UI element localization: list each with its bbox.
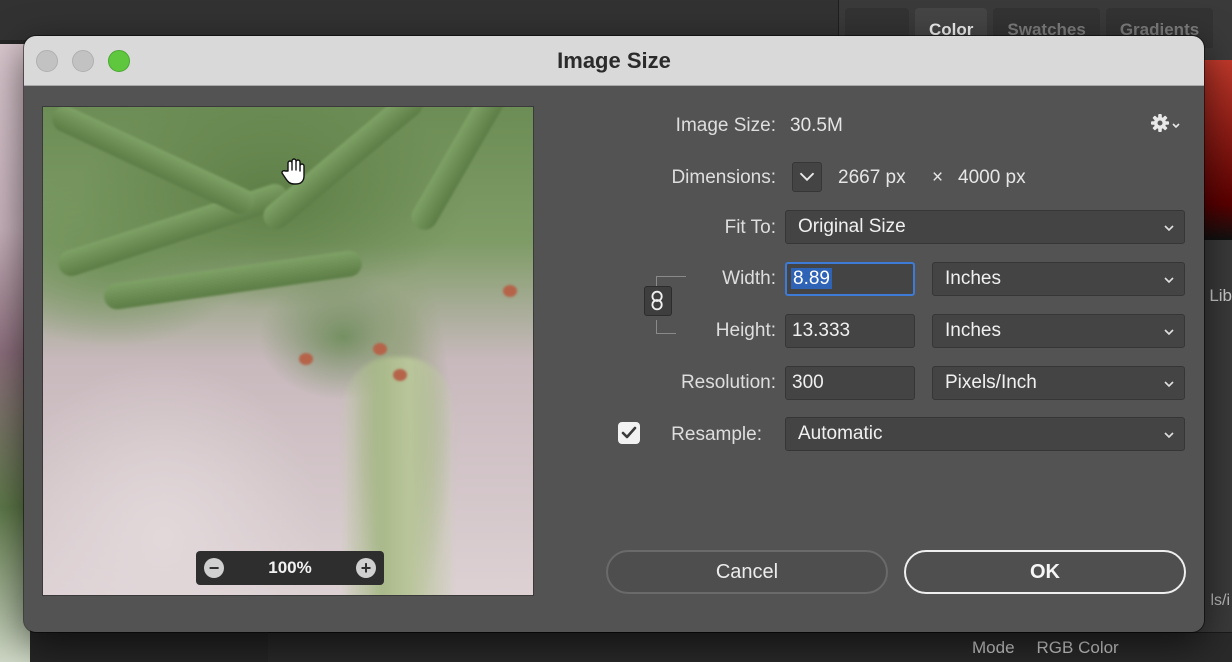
panel-text-fragment: ls/i xyxy=(1210,592,1230,609)
mode-value: RGB Color xyxy=(1036,638,1119,657)
resolution-input[interactable]: 300 xyxy=(785,366,915,400)
image-size-label: Image Size: xyxy=(675,115,776,136)
width-input[interactable]: 8.89 xyxy=(785,262,915,296)
dimensions-unit-toggle[interactable] xyxy=(792,162,822,192)
constrain-proportions-button[interactable] xyxy=(644,286,672,316)
gear-menu-icon[interactable] xyxy=(1150,112,1182,134)
resolution-unit-dropdown[interactable]: Pixels/Inch xyxy=(932,366,1185,400)
height-label: Height: xyxy=(715,320,776,341)
width-value: 8.89 xyxy=(791,268,832,289)
ok-button[interactable]: OK xyxy=(904,550,1186,594)
chevron-down-icon xyxy=(1164,329,1174,336)
width-label: Width: xyxy=(722,268,776,289)
fit-to-dropdown[interactable]: Original Size xyxy=(785,210,1185,244)
libraries-tab-fragment[interactable]: Lib xyxy=(1209,286,1232,306)
resolution-unit-value: Pixels/Inch xyxy=(945,372,1037,393)
chevron-down-icon xyxy=(1164,381,1174,388)
cancel-button[interactable]: Cancel xyxy=(606,550,888,594)
image-size-value: 30.5M xyxy=(790,115,843,136)
mode-row: Mode RGB Color xyxy=(972,638,1119,658)
height-unit-dropdown[interactable]: Inches xyxy=(932,314,1185,348)
height-input[interactable]: 13.333 xyxy=(785,314,915,348)
resolution-label: Resolution: xyxy=(680,372,776,393)
fit-to-label: Fit To: xyxy=(724,217,776,238)
height-value: 13.333 xyxy=(792,320,851,341)
mode-label: Mode xyxy=(972,638,1015,657)
dimensions-label: Dimensions: xyxy=(671,167,776,188)
width-unit-dropdown[interactable]: Inches xyxy=(932,262,1185,296)
height-unit-value: Inches xyxy=(945,320,1001,341)
width-unit-value: Inches xyxy=(945,268,1001,289)
chevron-down-icon xyxy=(799,172,815,182)
dimensions-width-px: 2667 px xyxy=(838,167,906,188)
chain-link-icon xyxy=(651,290,663,311)
dimensions-height-px: 4000 px xyxy=(958,167,1026,188)
resample-value: Automatic xyxy=(798,423,883,444)
resample-dropdown[interactable]: Automatic xyxy=(785,417,1185,451)
image-size-form: Image Size: 30.5M Dimensions: 2667 px × … xyxy=(24,36,1204,632)
image-size-dialog: Image Size − 100% + Image Size: 30.5M Di… xyxy=(24,36,1204,632)
chevron-down-icon xyxy=(1164,225,1174,232)
color-field[interactable] xyxy=(1202,60,1232,240)
resolution-value: 300 xyxy=(792,372,824,393)
dimensions-times: × xyxy=(932,167,944,188)
resample-label: Resample: xyxy=(671,424,762,445)
chevron-down-icon xyxy=(1164,432,1174,439)
chevron-down-icon xyxy=(1164,277,1174,284)
fit-to-value: Original Size xyxy=(798,216,906,237)
